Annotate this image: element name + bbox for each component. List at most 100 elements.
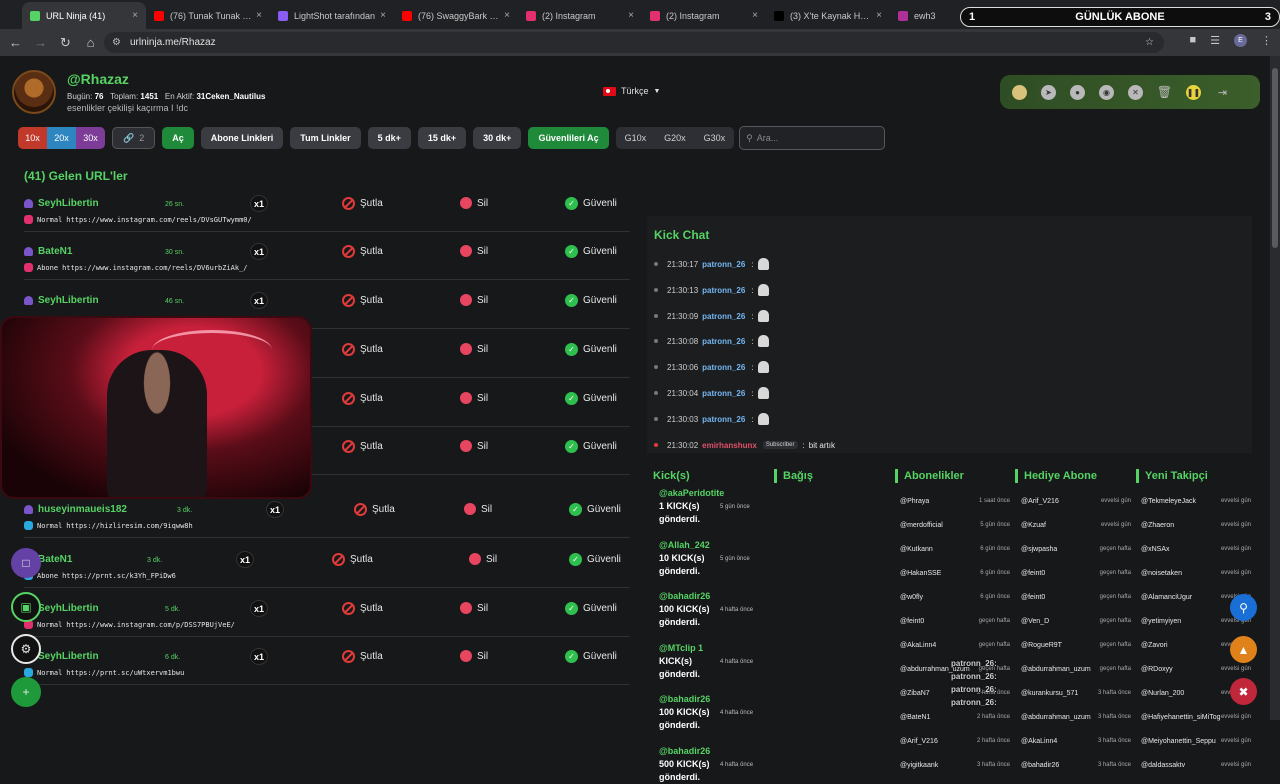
row-name[interactable]: @feint0 (900, 618, 924, 625)
kick-user[interactable]: @bahadir26 (659, 693, 769, 706)
row-name[interactable]: @AkaLinn4 (1021, 738, 1057, 745)
coin-icon[interactable] (1012, 84, 1027, 100)
row-link[interactable]: Normal https://hizliresim.com/9iqww8h (24, 521, 193, 530)
row-name[interactable]: @feint0 (1021, 594, 1045, 601)
browser-tab[interactable]: (76) SwaggyBark Kop × (394, 2, 518, 29)
chat-nick[interactable]: patronn_26 (702, 260, 745, 269)
row-link[interactable]: Normal https://prnt.sc/uWtxervm1bwu (24, 668, 184, 677)
chat-nick[interactable]: patronn_26 (702, 286, 745, 295)
row-name[interactable]: @Arif_V216 (900, 738, 938, 745)
ban-button[interactable]: Şutla (342, 197, 383, 210)
tab-close-icon[interactable]: × (504, 10, 510, 21)
kick-user[interactable]: @MTclip 1 (659, 642, 769, 655)
reload-icon[interactable]: ↻ (53, 35, 78, 51)
chat-nick[interactable]: patronn_26 (702, 415, 745, 424)
row-name[interactable]: @yigitkaank (900, 762, 938, 769)
safe-button[interactable]: ✓ Güvenli (565, 440, 617, 453)
row-name[interactable]: @Kzuaf (1021, 522, 1046, 529)
extensions-icon[interactable]: ■ (1189, 34, 1196, 47)
row-link[interactable]: Normal https://www.instagram.com/reels/DV… (24, 215, 252, 224)
row-name[interactable]: @xNSAx (1141, 546, 1170, 553)
filter-30min-button[interactable]: 30 dk+ (473, 127, 522, 149)
row-name[interactable]: @RDoxyy (1141, 666, 1173, 673)
g30-button[interactable]: G30x (695, 127, 735, 149)
delete-button[interactable]: Sil (460, 602, 488, 614)
search-input[interactable]: ⚲ Ara... (739, 126, 886, 150)
browser-tab[interactable]: (2) Instagram × (518, 2, 642, 29)
sub-links-button[interactable]: Abone Linkleri (200, 127, 284, 149)
safe-button[interactable]: ✓ Güvenli (565, 602, 617, 615)
g20-button[interactable]: G20x (655, 127, 695, 149)
row-name[interactable]: @RogueR9T (1021, 642, 1062, 649)
back-icon[interactable]: ← (3, 35, 28, 50)
multiplier-20x-button[interactable]: 20x (47, 127, 76, 149)
delete-button[interactable]: Sil (469, 553, 497, 565)
row-name[interactable]: @Ven_D (1021, 618, 1049, 625)
browser-tab[interactable]: (76) Tunak Tunak Tun × (146, 2, 270, 29)
row-name[interactable]: @merdofficial (900, 522, 943, 529)
row-user[interactable]: SeyhLibertin (24, 295, 99, 306)
row-name[interactable]: @feint0 (1021, 570, 1045, 577)
row-name[interactable]: @sjwpasha (1021, 546, 1057, 553)
ban-button[interactable]: Şutla (342, 245, 383, 258)
link-count-button[interactable]: 🔗 2 (112, 127, 156, 149)
delete-button[interactable]: Sil (460, 650, 488, 662)
row-name[interactable]: @Nurlan_200 (1141, 690, 1184, 697)
ban-button[interactable]: Şutla (332, 553, 373, 566)
tab-close-icon[interactable]: × (380, 10, 386, 21)
tab-close-icon[interactable]: × (752, 10, 758, 21)
row-name[interactable]: @bahadir26 (1021, 762, 1059, 769)
safe-button[interactable]: ✓ Güvenli (565, 392, 617, 405)
safe-button[interactable]: ✓ Güvenli (569, 503, 621, 516)
row-name[interactable]: @Meiyohanettin_Seppu (1141, 738, 1216, 745)
chat-nick[interactable]: emirhanshunx (702, 441, 757, 450)
delete-button[interactable]: Sil (460, 392, 488, 404)
ban-button[interactable]: Şutla (342, 650, 383, 663)
row-name[interactable]: @ZibaN7 (900, 690, 930, 697)
safe-button[interactable]: ✓ Güvenli (565, 245, 617, 258)
open-safe-button[interactable]: Güvenlileri Aç (528, 127, 609, 149)
browser-tab[interactable]: URL Ninja (41) × (22, 2, 146, 29)
row-name[interactable]: @HakanSSE (900, 570, 941, 577)
row-link[interactable]: Abone https://www.instagram.com/reels/DV6… (24, 263, 248, 272)
tab-close-icon[interactable]: × (628, 10, 634, 21)
ban-button[interactable]: Şutla (342, 440, 383, 453)
page-scrollbar[interactable] (1270, 56, 1280, 720)
row-name[interactable]: @kurankursu_571 (1021, 690, 1078, 697)
logout-icon[interactable]: ⇥ (1215, 85, 1230, 100)
row-name[interactable]: @w0fly (900, 594, 923, 601)
row-link[interactable]: Normal https://www.instagram.com/p/DSS7PB… (24, 620, 235, 629)
delete-button[interactable]: Sil (460, 197, 488, 209)
forward-icon[interactable]: → (28, 35, 53, 50)
delete-button[interactable]: Sil (460, 343, 488, 355)
browser-tab[interactable]: (3) X'te Kaynak Haber × (766, 2, 890, 29)
tab-close-icon[interactable]: × (876, 10, 882, 21)
chat-nick[interactable]: patronn_26 (702, 312, 745, 321)
ban-button[interactable]: Şutla (342, 294, 383, 307)
chat-nick[interactable]: patronn_26 (702, 337, 745, 346)
settings-gear-icon[interactable]: ⚙ (11, 634, 41, 664)
safe-button[interactable]: ✓ Güvenli (565, 343, 617, 356)
filter-15min-button[interactable]: 15 dk+ (417, 127, 467, 149)
media-icon[interactable]: ☰ (1210, 34, 1220, 47)
multiplier-10x-button[interactable]: 10x (18, 127, 47, 149)
browser-tab[interactable]: (2) Instagram × (642, 2, 766, 29)
row-link[interactable]: Abone https://prnt.sc/k3Yh_FPiDw6 (24, 571, 176, 580)
tab-close-icon[interactable]: × (132, 10, 138, 21)
kick-user[interactable]: @bahadir26 (659, 745, 769, 758)
x-icon[interactable]: ✕ (1128, 84, 1143, 100)
twitch-icon[interactable]: □ (11, 548, 41, 578)
safe-button[interactable]: ✓ Güvenli (565, 197, 617, 210)
filter-5min-button[interactable]: 5 dk+ (367, 127, 411, 149)
chat-nick[interactable]: patronn_26 (702, 389, 745, 398)
row-user[interactable]: huseyinmaueis182 (24, 504, 127, 515)
scrollbar-thumb[interactable] (1272, 68, 1278, 248)
row-name[interactable]: @noisetaken (1141, 570, 1182, 577)
g10-button[interactable]: G10x (616, 127, 656, 149)
home-icon[interactable]: ⌂ (78, 35, 103, 50)
row-name[interactable]: @AlamanciUgur (1141, 594, 1192, 601)
site-info-icon[interactable]: ⚙ (112, 37, 121, 48)
telegram-icon[interactable]: ➤ (1041, 84, 1056, 100)
row-name[interactable]: @Arif_V216 (1021, 498, 1059, 505)
url-input[interactable]: ⚙ urlninja.me/Rhazaz ☆ (104, 32, 1164, 53)
